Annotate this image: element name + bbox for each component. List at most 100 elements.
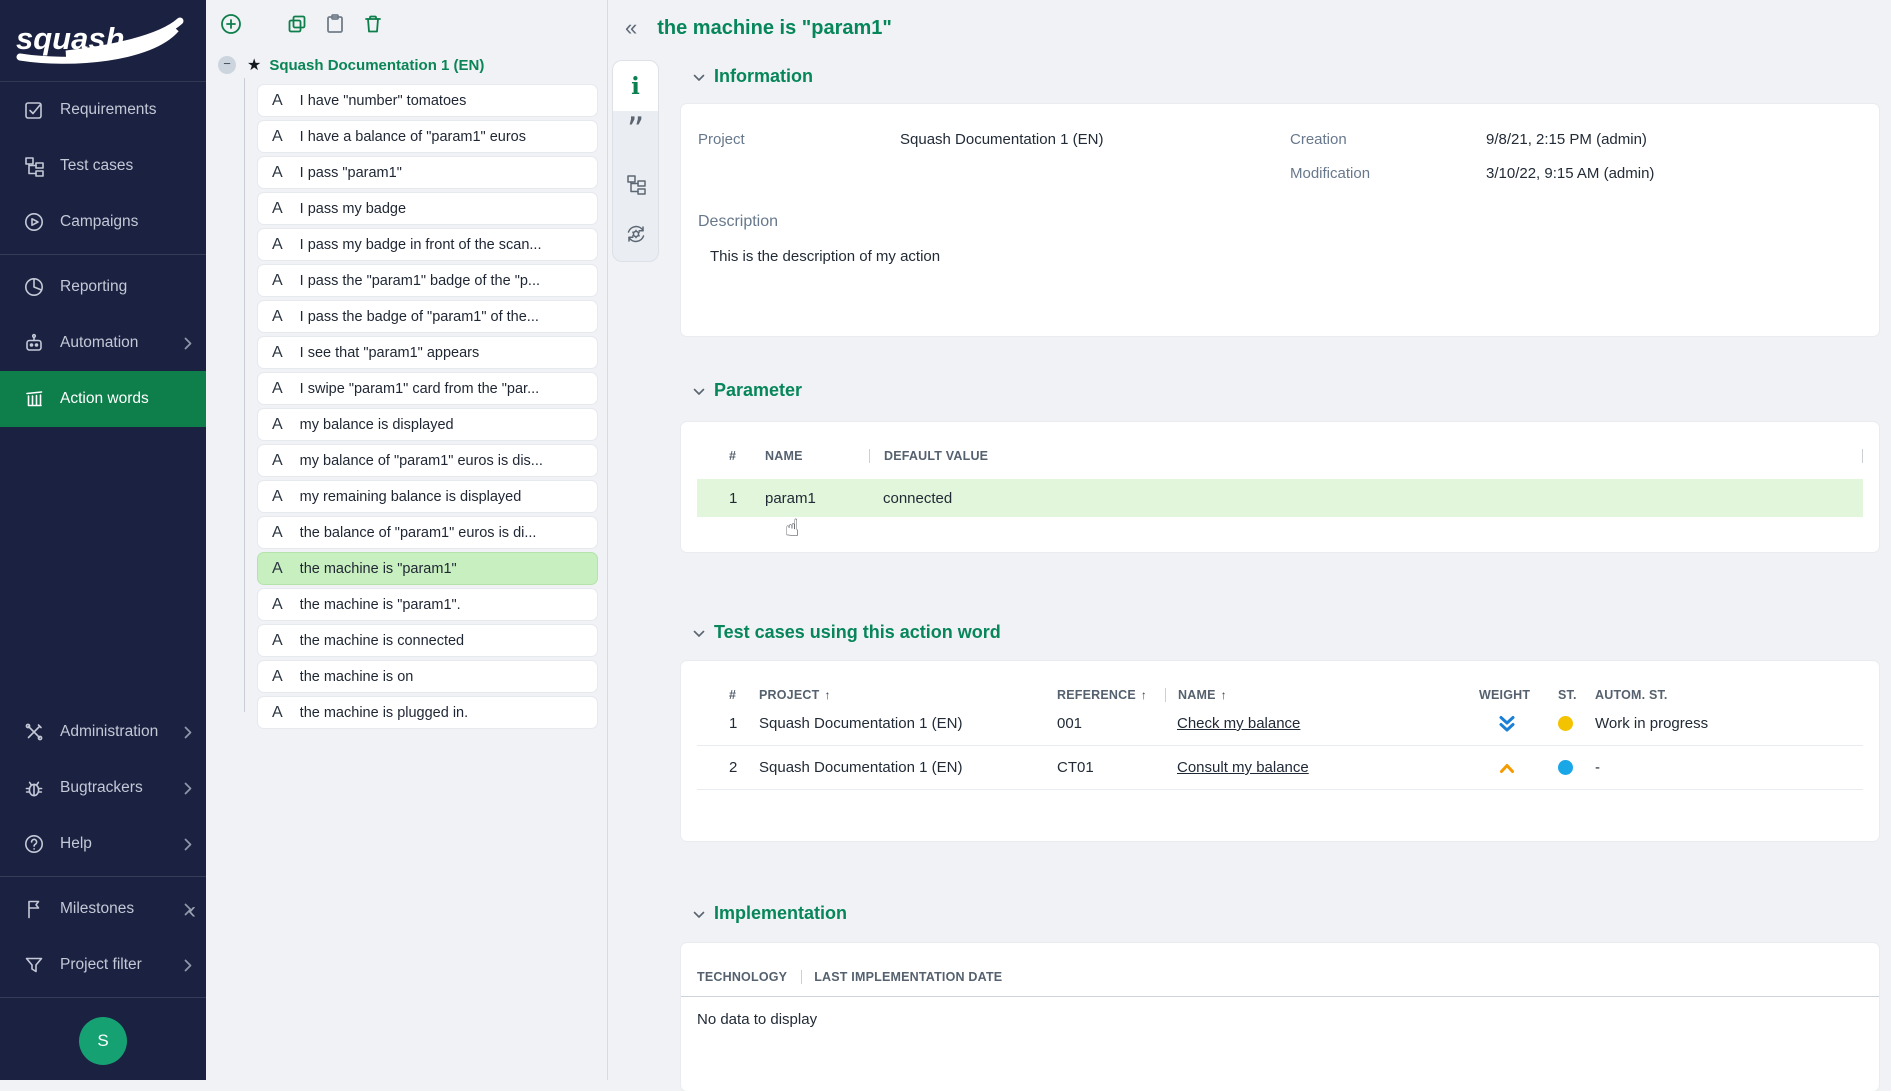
param-num: 1 xyxy=(729,490,765,507)
tab-test-cases[interactable] xyxy=(613,161,658,211)
tab-information[interactable]: i xyxy=(613,61,658,111)
status-dot xyxy=(1558,716,1573,731)
tree-item[interactable]: AI pass the "param1" badge of the "p... xyxy=(257,264,598,297)
detail-content: Information Project Squash Documentation… xyxy=(681,56,1879,1091)
param-name: param1 xyxy=(765,490,883,507)
tree-item[interactable]: Athe machine is plugged in. xyxy=(257,696,598,729)
add-action-word-button[interactable] xyxy=(216,9,246,39)
test-cases-table-header: # PROJECT ↑ REFERENCE ↑ NAME ↑ WEIGHT ST… xyxy=(697,688,1863,702)
tree-item[interactable]: AI see that "param1" appears xyxy=(257,336,598,369)
action-word-type-icon: A xyxy=(272,452,283,470)
tree-item[interactable]: AI pass my badge in front of the scan... xyxy=(257,228,598,261)
status-dot xyxy=(1558,760,1573,775)
tree-item[interactable]: Athe balance of "param1" euros is di... xyxy=(257,516,598,549)
action-word-type-icon: A xyxy=(272,668,283,686)
action-word-type-icon: A xyxy=(272,560,283,578)
chevron-down-icon[interactable] xyxy=(693,630,705,638)
sidebar-item-automation[interactable]: Automation xyxy=(0,315,206,371)
col-reference[interactable]: REFERENCE ↑ xyxy=(1057,688,1177,702)
chevron-down-icon[interactable] xyxy=(693,911,705,919)
autom-status: - xyxy=(1595,759,1863,776)
collapse-node-icon[interactable]: − xyxy=(218,56,236,74)
action-word-type-icon: A xyxy=(272,524,283,542)
tree-item[interactable]: Athe machine is "param1". xyxy=(257,588,598,621)
action-words-tree-panel: − ★ Squash Documentation 1 (EN) AI have … xyxy=(206,0,608,1080)
col-technology: TECHNOLOGY xyxy=(697,970,787,984)
col-status[interactable]: ST. xyxy=(1558,688,1595,702)
funnel-icon xyxy=(22,953,46,977)
action-word-type-icon: A xyxy=(272,92,283,110)
tree-item[interactable]: Amy remaining balance is displayed xyxy=(257,480,598,513)
sidebar-item-action-words[interactable]: Action words xyxy=(0,371,206,427)
sidebar-item-help[interactable]: Help xyxy=(0,816,206,872)
sidebar-item-project-filter[interactable]: Project filter xyxy=(0,937,206,993)
quote-icon: ” xyxy=(627,125,645,147)
test-case-link[interactable]: Check my balance xyxy=(1177,715,1300,732)
col-project[interactable]: PROJECT ↑ xyxy=(759,688,1057,702)
tree-item[interactable]: AI have a balance of "param1" euros xyxy=(257,120,598,153)
weight-high-icon xyxy=(1479,761,1535,775)
paste-icon[interactable] xyxy=(320,9,350,39)
star-icon: ★ xyxy=(247,55,261,75)
reporting-icon xyxy=(22,275,46,299)
sidebar-item-requirements[interactable]: Requirements xyxy=(0,82,206,138)
chevron-down-icon[interactable] xyxy=(693,74,705,82)
col-last-implementation-date: LAST IMPLEMENTATION DATE xyxy=(801,970,1002,984)
test-case-link[interactable]: Consult my balance xyxy=(1177,759,1309,776)
tree-item[interactable]: AI pass my badge xyxy=(257,192,598,225)
test-case-row[interactable]: 2 Squash Documentation 1 (EN) CT01 Consu… xyxy=(697,746,1863,790)
action-word-type-icon: A xyxy=(272,200,283,218)
section-implementation: Implementation TECHNOLOGY LAST IMPLEMENT… xyxy=(681,903,1879,1091)
tree-item-selected[interactable]: Athe machine is "param1" xyxy=(257,552,598,585)
tree-item[interactable]: Amy balance is displayed xyxy=(257,408,598,441)
chevron-right-icon xyxy=(184,782,192,795)
tab-parameters[interactable]: ” xyxy=(613,111,658,161)
tree-item[interactable]: Athe machine is connected xyxy=(257,624,598,657)
description-text[interactable]: This is the description of my action xyxy=(710,248,1859,265)
section-parameter: Parameter # NAME DEFAULT VALUE 1 param1 … xyxy=(681,380,1879,552)
copy-icon[interactable] xyxy=(282,9,312,39)
sidebar-divider xyxy=(0,254,206,255)
tree-root-project[interactable]: − ★ Squash Documentation 1 (EN) xyxy=(206,50,607,80)
information-card: Project Squash Documentation 1 (EN) Crea… xyxy=(681,104,1879,336)
sidebar-item-milestones[interactable]: Milestones xyxy=(0,881,206,937)
parameter-row[interactable]: 1 param1 connected xyxy=(697,479,1863,517)
tree-item[interactable]: AI pass "param1" xyxy=(257,156,598,189)
test-case-row[interactable]: 1 Squash Documentation 1 (EN) 001 Check … xyxy=(697,702,1863,746)
tree-item[interactable]: Athe machine is on xyxy=(257,660,598,693)
cursor-hand-icon: ☝ xyxy=(785,514,800,543)
avatar[interactable]: S xyxy=(79,1017,127,1065)
sidebar-item-test-cases[interactable]: Test cases xyxy=(0,138,206,194)
sidebar: squash Requirements Test cases Campaigns… xyxy=(0,0,206,1080)
squash-logo[interactable]: squash xyxy=(0,0,206,82)
col-name: NAME xyxy=(765,449,883,463)
campaigns-icon xyxy=(22,210,46,234)
description-label: Description xyxy=(698,213,1859,231)
tab-automation[interactable] xyxy=(613,211,658,261)
detail-tabstrip: i ” xyxy=(612,60,659,262)
tree-item[interactable]: AI swipe "param1" card from the "par... xyxy=(257,372,598,405)
modification-value: 3/10/22, 9:15 AM (admin) xyxy=(1486,165,1859,182)
col-weight[interactable]: WEIGHT xyxy=(1479,688,1558,702)
action-word-type-icon: A xyxy=(272,416,283,434)
action-word-type-icon: A xyxy=(272,380,283,398)
action-word-type-icon: A xyxy=(272,344,283,362)
sidebar-item-bugtrackers[interactable]: Bugtrackers xyxy=(0,760,206,816)
tree-item[interactable]: AI pass the badge of "param1" of the... xyxy=(257,300,598,333)
col-name[interactable]: NAME ↑ xyxy=(1165,688,1479,702)
delete-icon[interactable] xyxy=(358,9,388,39)
tree-item[interactable]: AI have "number" tomatoes xyxy=(257,84,598,117)
automation-icon xyxy=(22,331,46,355)
empty-table-message: No data to display xyxy=(681,997,1879,1042)
tree-item[interactable]: Amy balance of "param1" euros is dis... xyxy=(257,444,598,477)
action-words-icon xyxy=(22,387,46,411)
sidebar-item-reporting[interactable]: Reporting xyxy=(0,259,206,315)
sidebar-item-administration[interactable]: Administration xyxy=(0,704,206,760)
help-icon xyxy=(22,832,46,856)
chevron-down-icon[interactable] xyxy=(693,388,705,396)
collapse-sidebar-icon[interactable]: ‹ xyxy=(188,897,196,925)
col-autom-status[interactable]: AUTOM. ST. xyxy=(1595,688,1863,702)
column-resize-divider[interactable] xyxy=(1862,449,1863,463)
collapse-detail-icon[interactable]: « xyxy=(625,15,637,41)
sidebar-item-campaigns[interactable]: Campaigns xyxy=(0,194,206,250)
